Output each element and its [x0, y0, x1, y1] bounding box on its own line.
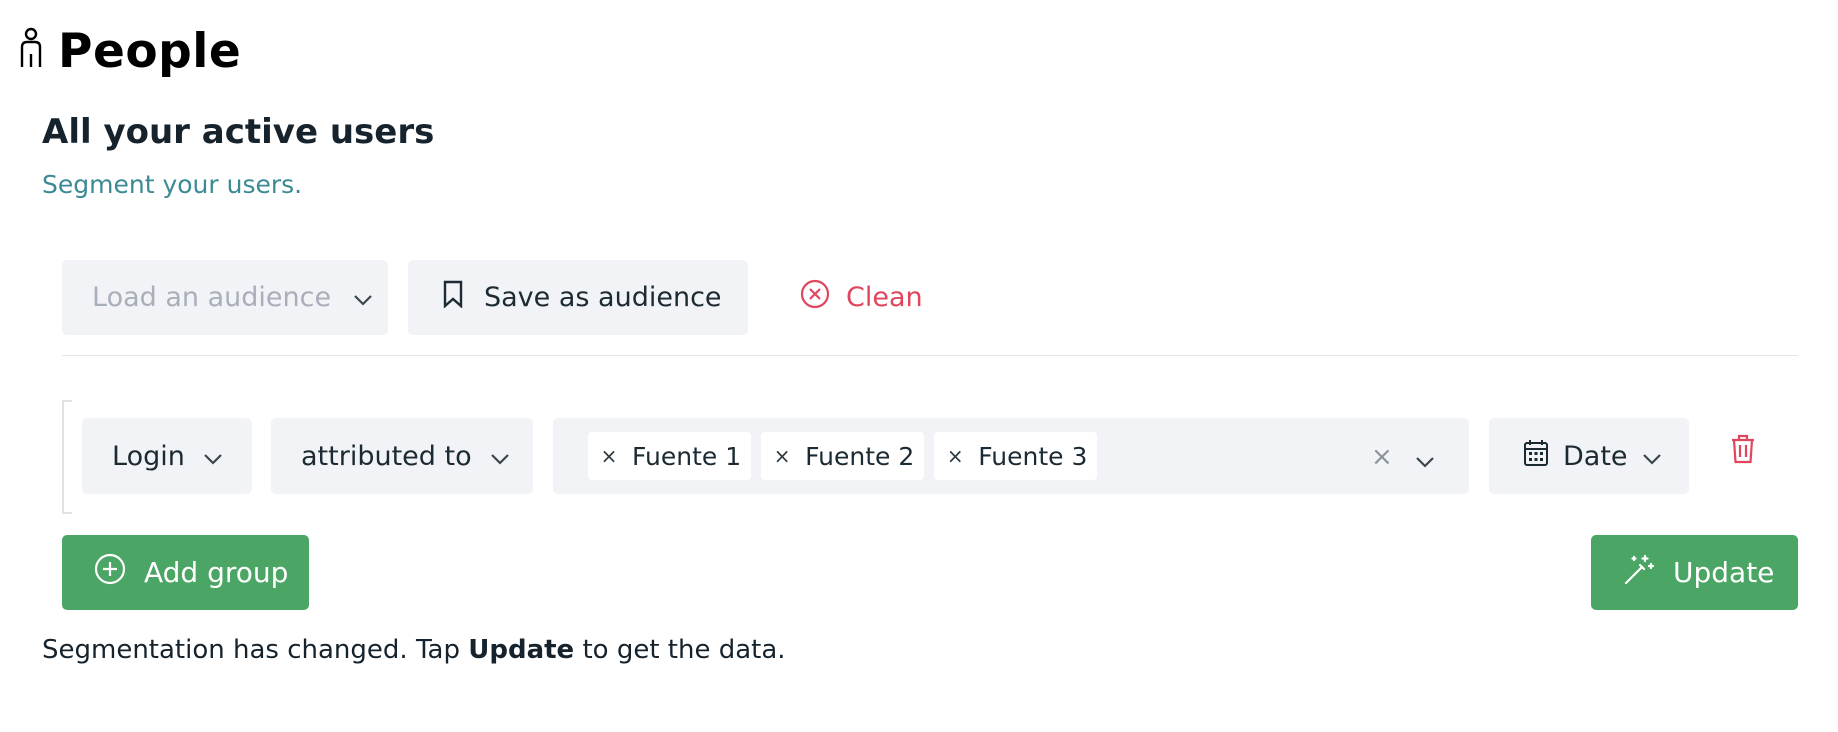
event-select-value: Login [112, 440, 185, 472]
section-title: All your active users [42, 112, 435, 152]
section-subtitle: Segment your users. [42, 170, 303, 199]
chevron-down-icon [353, 282, 373, 313]
source-chip: × Fuente 2 [761, 432, 925, 480]
date-select[interactable]: Date [1489, 418, 1689, 494]
chevron-down-icon [490, 441, 510, 472]
chip-label: Fuente 1 [632, 441, 742, 471]
load-audience-placeholder: Load an audience [92, 282, 332, 313]
page-title-text: People [58, 24, 242, 79]
update-button[interactable]: Update [1591, 535, 1798, 610]
clear-all-icon[interactable]: × [1371, 442, 1393, 472]
save-as-audience-label: Save as audience [484, 282, 722, 313]
update-label: Update [1673, 556, 1775, 589]
bookmark-icon [442, 280, 464, 315]
save-as-audience-button[interactable]: Save as audience [408, 260, 748, 335]
date-select-value: Date [1563, 440, 1628, 472]
chip-label: Fuente 2 [805, 441, 915, 471]
source-multiselect[interactable]: × Fuente 1 × Fuente 2 × Fuente 3 × [553, 418, 1469, 494]
notice-text-before: Segmentation has changed. Tap [42, 635, 469, 665]
chip-label: Fuente 3 [978, 441, 1088, 471]
page-title: People [18, 24, 241, 79]
plus-circle-icon [94, 553, 126, 592]
event-select[interactable]: Login [82, 418, 252, 494]
clean-label: Clean [846, 282, 923, 313]
divider [62, 355, 1798, 356]
segmentation-notice: Segmentation has changed. Tap Update to … [42, 635, 786, 665]
add-group-label: Add group [144, 556, 289, 589]
chip-remove-icon[interactable]: × [946, 444, 964, 468]
chevron-down-icon [1642, 441, 1662, 472]
load-audience-select[interactable]: Load an audience [62, 260, 388, 335]
group-bracket [62, 400, 72, 514]
source-chip: × Fuente 1 [588, 432, 752, 480]
person-icon [18, 27, 44, 77]
close-circle-icon [800, 279, 830, 316]
magic-wand-icon [1623, 552, 1657, 593]
chip-remove-icon[interactable]: × [773, 444, 791, 468]
notice-text-after: to get the data. [574, 635, 786, 665]
relation-select[interactable]: attributed to [271, 418, 533, 494]
chevron-down-icon [203, 441, 223, 472]
add-group-button[interactable]: Add group [62, 535, 309, 610]
calendar-icon [1523, 439, 1549, 474]
chevron-down-icon[interactable] [1415, 444, 1435, 475]
clean-button[interactable]: Clean [800, 260, 923, 335]
source-chip: × Fuente 3 [934, 432, 1098, 480]
relation-select-value: attributed to [301, 440, 472, 472]
chip-remove-icon[interactable]: × [600, 444, 618, 468]
notice-text-bold: Update [468, 635, 575, 665]
trash-icon[interactable] [1730, 434, 1756, 468]
